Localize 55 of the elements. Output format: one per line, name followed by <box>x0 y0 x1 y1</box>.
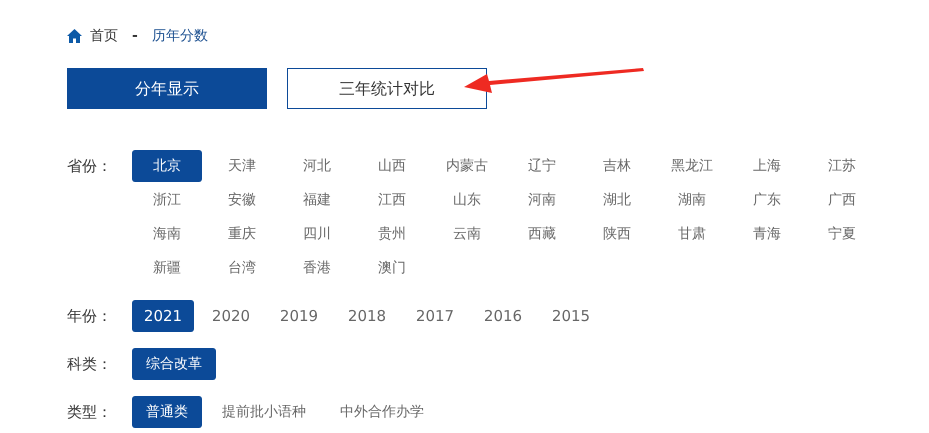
filter-option[interactable]: 台湾 <box>207 252 277 284</box>
filter-option[interactable]: 2021 <box>132 300 194 332</box>
filter-option[interactable]: 香港 <box>282 252 352 284</box>
filter-option[interactable]: 综合改革 <box>132 348 216 380</box>
filter-option[interactable]: 2015 <box>540 300 602 332</box>
filter-option[interactable]: 普通类 <box>132 396 202 428</box>
filter-option[interactable]: 山东 <box>432 184 502 216</box>
home-icon[interactable] <box>67 29 82 43</box>
filter-option[interactable]: 天津 <box>207 150 277 182</box>
filter-option[interactable]: 陕西 <box>582 218 652 250</box>
filter-option[interactable]: 青海 <box>732 218 802 250</box>
filter-option[interactable]: 2017 <box>404 300 466 332</box>
filter-option[interactable]: 云南 <box>432 218 502 250</box>
filter-option[interactable]: 2019 <box>268 300 330 332</box>
breadcrumb-current: 历年分数 <box>152 26 208 46</box>
filter-option[interactable]: 澳门 <box>357 252 427 284</box>
filter-option[interactable]: 安徽 <box>207 184 277 216</box>
filter-option[interactable]: 提前批小语种 <box>208 396 320 428</box>
breadcrumb-separator: - <box>132 26 138 46</box>
view-tab[interactable]: 三年统计对比 <box>287 68 487 109</box>
filter-option[interactable]: 河北 <box>282 150 352 182</box>
filter-label: 科类： <box>67 354 113 375</box>
filter-option[interactable]: 福建 <box>282 184 352 216</box>
filter-option[interactable]: 广东 <box>732 184 802 216</box>
filter-option[interactable]: 广西 <box>807 184 877 216</box>
filter-option[interactable]: 宁夏 <box>807 218 877 250</box>
filter-option[interactable]: 江苏 <box>807 150 877 182</box>
filter-option[interactable]: 贵州 <box>357 218 427 250</box>
view-tab[interactable]: 分年显示 <box>67 68 267 109</box>
filter-label: 类型： <box>67 402 113 423</box>
breadcrumb-link[interactable]: 首页 <box>90 26 118 46</box>
filter-option[interactable]: 河南 <box>507 184 577 216</box>
filter-option[interactable]: 中外合作办学 <box>326 396 438 428</box>
filter-option[interactable]: 辽宁 <box>507 150 577 182</box>
filter-option[interactable]: 湖南 <box>657 184 727 216</box>
filter-option[interactable]: 湖北 <box>582 184 652 216</box>
filter-option[interactable]: 吉林 <box>582 150 652 182</box>
filter-option[interactable]: 四川 <box>282 218 352 250</box>
filter-option[interactable]: 黑龙江 <box>657 150 727 182</box>
filter-option[interactable]: 甘肃 <box>657 218 727 250</box>
filter-option[interactable]: 重庆 <box>207 218 277 250</box>
filter-option[interactable]: 浙江 <box>132 184 202 216</box>
filter-option[interactable]: 上海 <box>732 150 802 182</box>
filter-option[interactable]: 江西 <box>357 184 427 216</box>
filter-label: 年份： <box>67 306 113 327</box>
filter-option[interactable]: 2016 <box>472 300 534 332</box>
filter-option[interactable]: 内蒙古 <box>432 150 502 182</box>
filter-option[interactable]: 海南 <box>132 218 202 250</box>
filter-option[interactable]: 北京 <box>132 150 202 182</box>
filter-option[interactable]: 新疆 <box>132 252 202 284</box>
filter-option[interactable]: 2020 <box>200 300 262 332</box>
filter-option[interactable]: 2018 <box>336 300 398 332</box>
filter-option[interactable]: 西藏 <box>507 218 577 250</box>
filter-label: 省份： <box>67 156 113 177</box>
filter-option[interactable]: 山西 <box>357 150 427 182</box>
